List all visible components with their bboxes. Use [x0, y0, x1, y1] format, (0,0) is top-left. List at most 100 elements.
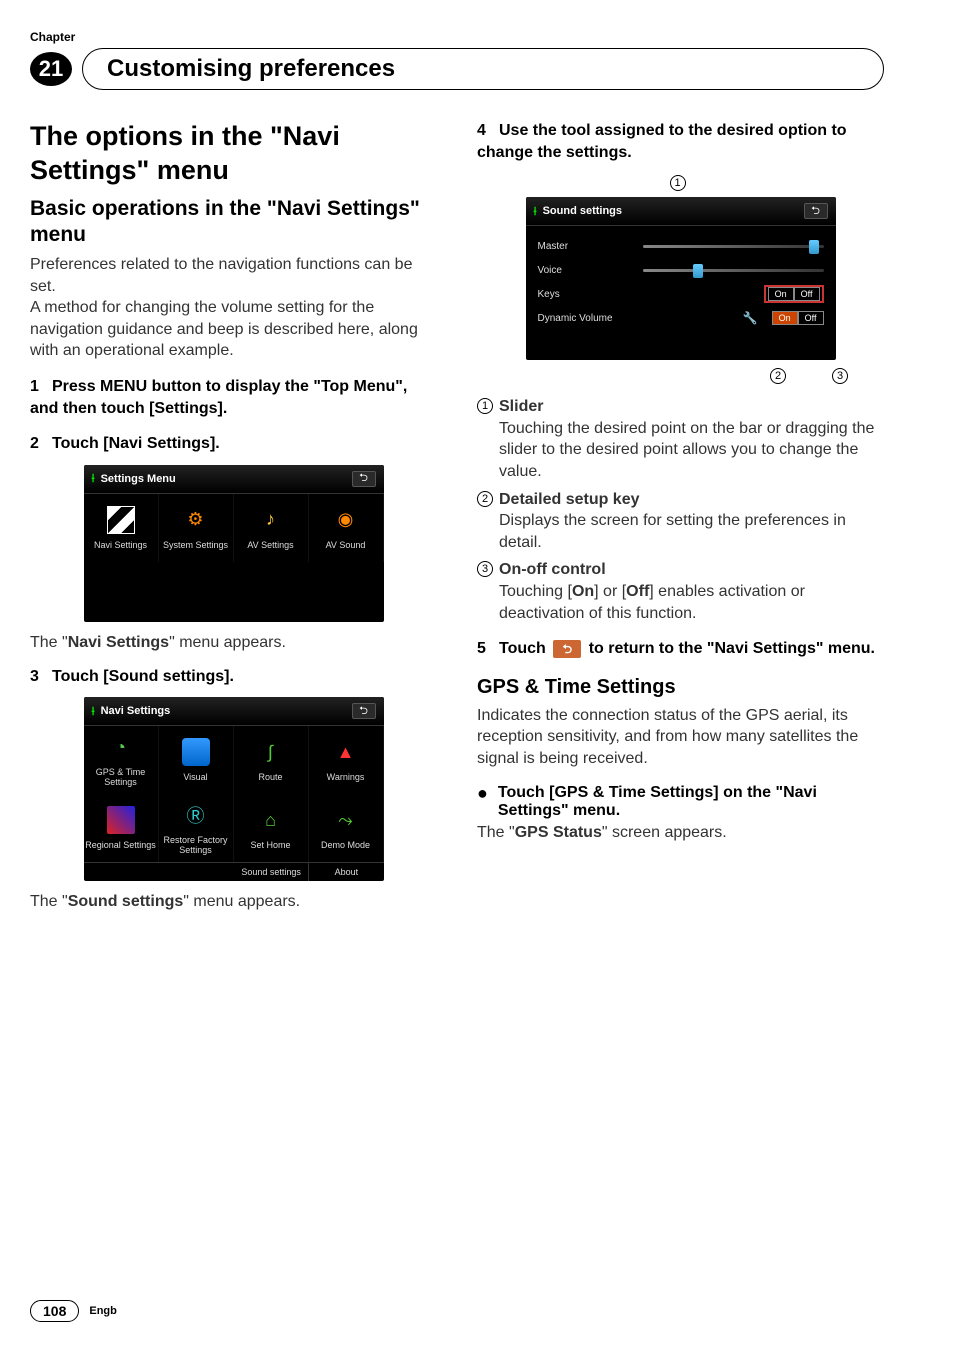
screenshot-sound-settings: ⟊Sound settings ⮌ Master Voice Keys — [526, 197, 836, 360]
circled-number: 2 — [477, 491, 493, 507]
sound-settings-tab[interactable]: Sound settings — [234, 863, 309, 881]
definition-3: 3 On-off control Touching [On] or [Off] … — [477, 559, 884, 624]
screen-icon — [182, 738, 210, 766]
warnings-cell[interactable]: ▲Warnings — [309, 726, 384, 794]
step-number: 1 — [30, 376, 52, 398]
visual-cell[interactable]: Visual — [159, 726, 234, 794]
cell-label: Regional Settings — [85, 840, 156, 850]
bullet-text: Touch [GPS & Time Settings] on the "Navi… — [498, 784, 884, 820]
back-button[interactable]: ⮌ — [352, 471, 376, 487]
step-5: 5Touch ⮌ to return to the "Navi Settings… — [477, 638, 884, 660]
av-settings-cell[interactable]: ♪ AV Settings — [234, 494, 309, 562]
slider-thumb[interactable] — [809, 240, 819, 254]
def-body: ] or [ — [594, 583, 626, 600]
def-bold: On — [572, 583, 594, 600]
back-button[interactable]: ⮌ — [804, 203, 828, 219]
wrench-icon[interactable]: 🔧 — [743, 311, 758, 325]
on-button[interactable]: On — [772, 311, 798, 325]
page-number: 108 — [30, 1300, 79, 1322]
page-footer: 108 Engb — [30, 1300, 117, 1322]
gear-icon: ⚙ — [182, 506, 210, 534]
navi-settings-cell[interactable]: Navi Settings — [84, 494, 159, 562]
gps-result: The "GPS Status" screen appears. — [477, 824, 884, 842]
intro-paragraph: Preferences related to the navigation fu… — [30, 254, 437, 362]
step-number: 5 — [477, 638, 499, 660]
result-text-1: The "Navi Settings" menu appears. — [30, 634, 437, 652]
voice-slider[interactable] — [643, 269, 824, 272]
cell-label: AV Settings — [247, 540, 293, 550]
step-text: to return to the "Navi Settings" menu. — [584, 640, 875, 657]
restore-icon: Ⓡ — [182, 801, 210, 829]
slider-thumb[interactable] — [693, 264, 703, 278]
screenshot-settings-menu: ⟊Settings Menu ⮌ Navi Settings ⚙System S… — [84, 465, 384, 622]
subheading-light: Navi Settings — [277, 197, 410, 220]
heading-text-end: " menu — [137, 155, 229, 185]
left-column: The options in the "Navi Settings" menu … — [30, 120, 437, 923]
gps-icon: ◔ — [107, 733, 135, 761]
language-code: Engb — [89, 1305, 117, 1317]
regional-cell[interactable]: Regional Settings — [84, 794, 159, 862]
right-column: 4Use the tool assigned to the desired op… — [477, 120, 884, 923]
on-button[interactable]: On — [768, 287, 794, 301]
callout-1: 1 — [670, 175, 686, 191]
gps-body: Indicates the connection status of the G… — [477, 705, 884, 770]
cell-label: Route — [258, 772, 282, 782]
back-button[interactable]: ⮌ — [352, 703, 376, 719]
route-cell[interactable]: ∫Route — [234, 726, 309, 794]
definition-1: 1 SliderTouching the desired point on th… — [477, 396, 884, 482]
step-1: 1Press MENU button to display the "Top M… — [30, 376, 437, 419]
step-3: 3Touch [Sound settings]. — [30, 666, 437, 688]
cell-label: Warnings — [327, 772, 365, 782]
restore-cell[interactable]: ⓇRestore Factory Settings — [159, 794, 234, 862]
satellite-icon: ⟊ — [534, 204, 537, 219]
system-settings-cell[interactable]: ⚙ System Settings — [159, 494, 234, 562]
cell-label: GPS & Time Settings — [84, 767, 158, 787]
cell-label: Demo Mode — [321, 840, 370, 850]
cell-label: System Settings — [163, 540, 228, 550]
def-bold: Off — [626, 583, 649, 600]
off-button[interactable]: Off — [794, 287, 820, 301]
keys-onoff-highlight: On Off — [764, 285, 824, 303]
master-row: Master — [526, 234, 836, 258]
step-text: Touch — [499, 640, 550, 657]
shot-title: Navi Settings — [101, 705, 171, 717]
circled-number: 1 — [477, 398, 493, 414]
satellite-icon: ⟊ — [92, 471, 95, 486]
row-label: Voice — [538, 265, 633, 276]
region-icon — [107, 806, 135, 834]
gps-time-cell[interactable]: ◔ GPS & Time Settings — [84, 726, 159, 794]
voice-row: Voice — [526, 258, 836, 282]
master-slider[interactable] — [643, 245, 824, 248]
flag-icon — [107, 506, 135, 534]
chapter-title: Customising preferences — [82, 48, 884, 90]
gps-instruction: ● Touch [GPS & Time Settings] on the "Na… — [477, 784, 884, 820]
step-text: Touch [Sound settings]. — [52, 668, 234, 685]
keys-row: Keys On Off — [526, 282, 836, 306]
subheading-text: Basic operations in the " — [30, 197, 277, 220]
callout-2: 2 — [770, 368, 786, 384]
step-number: 4 — [477, 120, 499, 142]
cell-label: Set Home — [250, 840, 290, 850]
definition-2: 2 Detailed setup keyDisplays the screen … — [477, 489, 884, 554]
step-number: 3 — [30, 666, 52, 688]
def-head: On-off control — [499, 561, 606, 578]
step-text: Press MENU button to display the "Top Me… — [30, 378, 407, 417]
cell-label: Visual — [183, 772, 207, 782]
row-label: Master — [538, 241, 633, 252]
bullet-icon: ● — [477, 784, 488, 820]
screenshot-navi-settings: ⟊ Navi Settings ⮌ ◔ GPS & Time Settings Vi… — [84, 697, 384, 881]
row-label: Dynamic Volume — [538, 313, 633, 324]
off-button[interactable]: Off — [798, 311, 824, 325]
music-note-icon: ♪ — [257, 506, 285, 534]
chapter-label: Chapter — [30, 30, 884, 44]
dynamic-volume-row: Dynamic Volume 🔧 On Off — [526, 306, 836, 330]
def-body: Displays the screen for setting the pref… — [499, 512, 846, 551]
satellite-icon: ⟊ — [92, 704, 95, 719]
demo-cell[interactable]: ⤳ Demo Mode — [309, 794, 384, 862]
av-sound-cell[interactable]: ◉AV Sound — [309, 494, 384, 562]
set-home-cell[interactable]: ⌂Set Home — [234, 794, 309, 862]
about-tab[interactable]: About — [309, 863, 383, 881]
step-4: 4Use the tool assigned to the desired op… — [477, 120, 884, 163]
demo-icon: ⤳ — [332, 806, 360, 834]
result-text-2: The "Sound settings" menu appears. — [30, 893, 437, 911]
